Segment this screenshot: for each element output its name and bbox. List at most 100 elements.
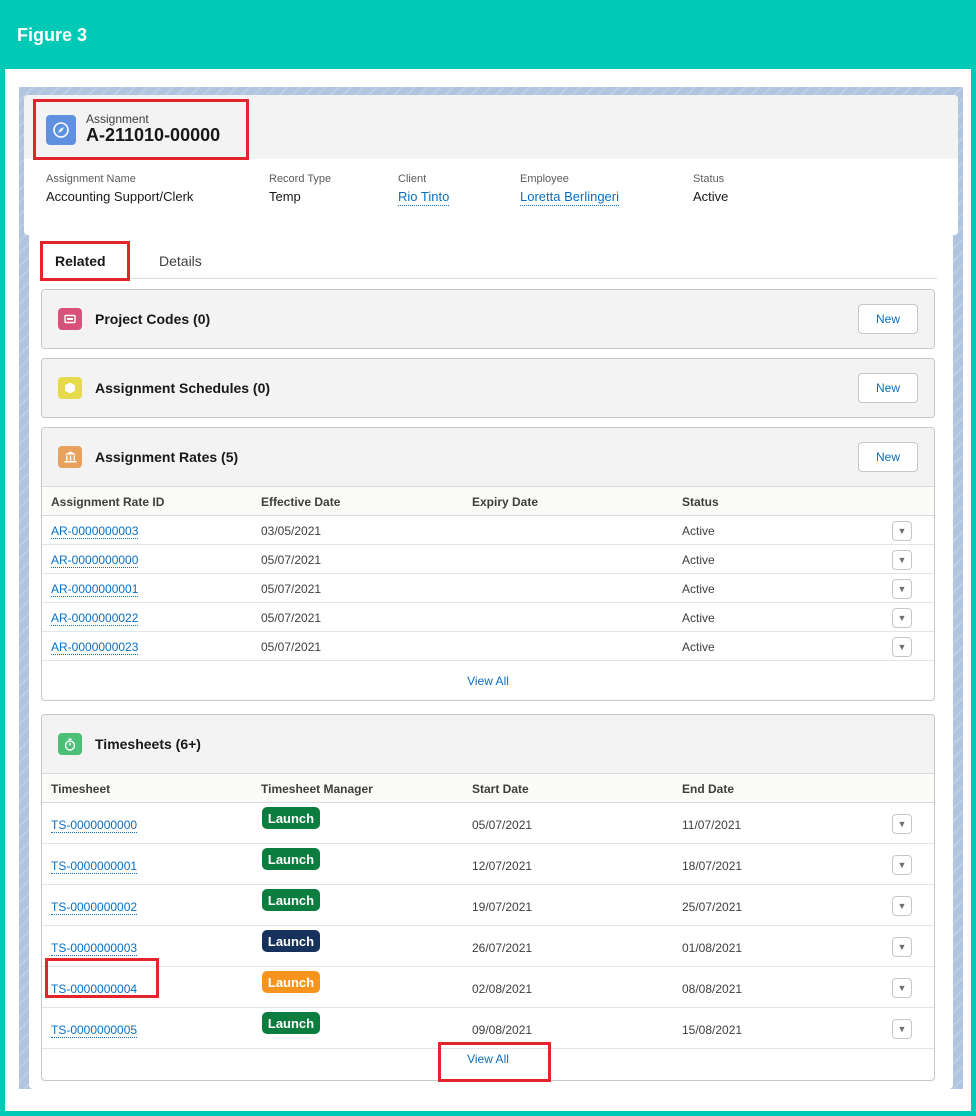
salesforce-page: Assignment A-211010-00000 Assignment Nam… — [19, 87, 963, 1089]
launch-button[interactable]: Launch — [262, 1012, 320, 1034]
chevron-down-icon[interactable]: ▼ — [892, 896, 912, 916]
figure-frame: Figure 3 Assignment A-211010-00000 Assig… — [0, 0, 976, 1116]
effective-date: 05/07/2021 — [261, 582, 322, 596]
client-link[interactable]: Rio Tinto — [398, 189, 450, 206]
status-value: Active — [682, 611, 715, 625]
field-assignment-name: Assignment Name Accounting Support/Clerk — [46, 173, 193, 204]
highlight-box-view-all — [438, 1042, 551, 1082]
record-title-bar: Assignment A-211010-00000 — [24, 95, 958, 160]
table-row: TS-0000000002 Launch 19/07/2021 25/07/2021 ▼ — [42, 885, 934, 926]
timesheet-id-link[interactable]: TS-0000000001 — [51, 859, 138, 874]
status-value: Active — [682, 553, 715, 567]
card-header: Timesheets (6+) — [42, 715, 934, 773]
schedules-new-button[interactable]: New — [858, 373, 918, 403]
highlight-box-related-tab — [40, 241, 130, 281]
highlight-box-timesheet-004 — [45, 958, 159, 998]
chevron-down-icon[interactable]: ▼ — [892, 637, 912, 657]
timesheet-id-link[interactable]: TS-0000000002 — [51, 900, 138, 915]
timesheet-id-link[interactable]: TS-0000000000 — [51, 818, 138, 833]
effective-date: 05/07/2021 — [261, 611, 322, 625]
timesheet-id-link[interactable]: TS-0000000003 — [51, 941, 138, 956]
column-header[interactable]: Expiry Date — [472, 495, 538, 509]
start-date: 05/07/2021 — [472, 818, 533, 832]
status-value: Active — [682, 640, 715, 654]
column-header[interactable]: Timesheet Manager — [261, 782, 373, 796]
table-row: AR-0000000000 05/07/2021 Active ▼ — [42, 545, 934, 574]
launch-button[interactable]: Launch — [262, 889, 320, 911]
field-value: Active — [693, 189, 729, 204]
field-record-type: Record Type Temp — [269, 173, 331, 204]
column-header[interactable]: Timesheet — [51, 782, 110, 796]
project-codes-title: Project Codes (0) — [95, 311, 211, 327]
highlight-box-record — [33, 99, 249, 160]
table-row: TS-0000000004 Launch 02/08/2021 08/08/2021 ▼ — [42, 967, 934, 1008]
card-header: Assignment Rates (5) New — [42, 428, 934, 486]
field-value: Accounting Support/Clerk — [46, 189, 194, 204]
table-row: TS-0000000000 Launch 05/07/2021 11/07/2021 ▼ — [42, 803, 934, 844]
project-codes-new-button[interactable]: New — [858, 304, 918, 334]
launch-button[interactable]: Launch — [262, 807, 320, 829]
figure-label: Figure 3 — [5, 5, 971, 69]
column-header[interactable]: End Date — [682, 782, 734, 796]
rates-title: Assignment Rates (5) — [95, 449, 239, 465]
rate-id-link[interactable]: AR-0000000023 — [51, 640, 139, 655]
rates-new-button[interactable]: New — [858, 442, 918, 472]
field-status: Status Active — [693, 173, 728, 204]
table-header: Assignment Rate ID Effective Date Expiry… — [42, 486, 934, 516]
chevron-down-icon[interactable]: ▼ — [892, 521, 912, 541]
rate-id-link[interactable]: AR-0000000000 — [51, 553, 139, 568]
status-value: Active — [682, 582, 715, 596]
start-date: 09/08/2021 — [472, 1023, 533, 1037]
effective-date: 05/07/2021 — [261, 553, 322, 567]
timesheet-id-link[interactable]: TS-0000000005 — [51, 1023, 138, 1038]
stopwatch-icon — [58, 733, 82, 755]
table-row: AR-0000000001 05/07/2021 Active ▼ — [42, 574, 934, 603]
related-content: Related Details Project Codes (0) New As… — [29, 233, 953, 1089]
chevron-down-icon[interactable]: ▼ — [892, 579, 912, 599]
schedule-hexagon-icon — [58, 377, 82, 399]
field-label: Employee — [520, 173, 569, 185]
bank-icon — [58, 446, 82, 468]
launch-button[interactable]: Launch — [262, 848, 320, 870]
project-code-icon — [58, 308, 82, 330]
column-header[interactable]: Assignment Rate ID — [51, 495, 164, 509]
end-date: 01/08/2021 — [682, 941, 743, 955]
card-header: Assignment Schedules (0) New — [42, 359, 934, 417]
end-date: 08/08/2021 — [682, 982, 743, 996]
chevron-down-icon[interactable]: ▼ — [892, 855, 912, 875]
tab-details[interactable]: Details — [159, 253, 202, 269]
table-row: TS-0000000001 Launch 12/07/2021 18/07/2021 ▼ — [42, 844, 934, 885]
chevron-down-icon[interactable]: ▼ — [892, 978, 912, 998]
timesheets-table-body: TS-0000000000 Launch 05/07/2021 11/07/2021 ▼… — [42, 803, 934, 1049]
column-header[interactable]: Effective Date — [261, 495, 340, 509]
rate-id-link[interactable]: AR-0000000001 — [51, 582, 139, 597]
column-header[interactable]: Status — [682, 495, 719, 509]
record-header: Assignment A-211010-00000 Assignment Nam… — [24, 95, 958, 235]
effective-date: 03/05/2021 — [261, 524, 322, 538]
employee-link[interactable]: Loretta Berlingeri — [520, 189, 619, 206]
chevron-down-icon[interactable]: ▼ — [892, 1019, 912, 1039]
end-date: 18/07/2021 — [682, 859, 743, 873]
rate-id-link[interactable]: AR-0000000022 — [51, 611, 139, 626]
table-header: Timesheet Timesheet Manager Start Date E… — [42, 773, 934, 803]
rates-view-all-link[interactable]: View All — [42, 674, 934, 688]
project-codes-card: Project Codes (0) New — [41, 289, 935, 349]
rates-card: Assignment Rates (5) New Assignment Rate… — [41, 427, 935, 701]
rate-id-link[interactable]: AR-0000000003 — [51, 524, 139, 539]
launch-button[interactable]: Launch — [262, 930, 320, 952]
column-header[interactable]: Start Date — [472, 782, 529, 796]
start-date: 19/07/2021 — [472, 900, 533, 914]
chevron-down-icon[interactable]: ▼ — [892, 608, 912, 628]
field-label: Record Type — [269, 173, 332, 185]
field-client: Client Rio Tinto — [398, 173, 450, 206]
launch-button[interactable]: Launch — [262, 971, 320, 993]
field-label: Assignment Name — [46, 173, 136, 185]
chevron-down-icon[interactable]: ▼ — [892, 550, 912, 570]
chevron-down-icon[interactable]: ▼ — [892, 937, 912, 957]
table-row: AR-0000000003 03/05/2021 Active ▼ — [42, 516, 934, 545]
chevron-down-icon[interactable]: ▼ — [892, 814, 912, 834]
status-value: Active — [682, 524, 715, 538]
table-row: AR-0000000023 05/07/2021 Active ▼ — [42, 632, 934, 661]
end-date: 15/08/2021 — [682, 1023, 743, 1037]
field-label: Client — [398, 173, 427, 185]
